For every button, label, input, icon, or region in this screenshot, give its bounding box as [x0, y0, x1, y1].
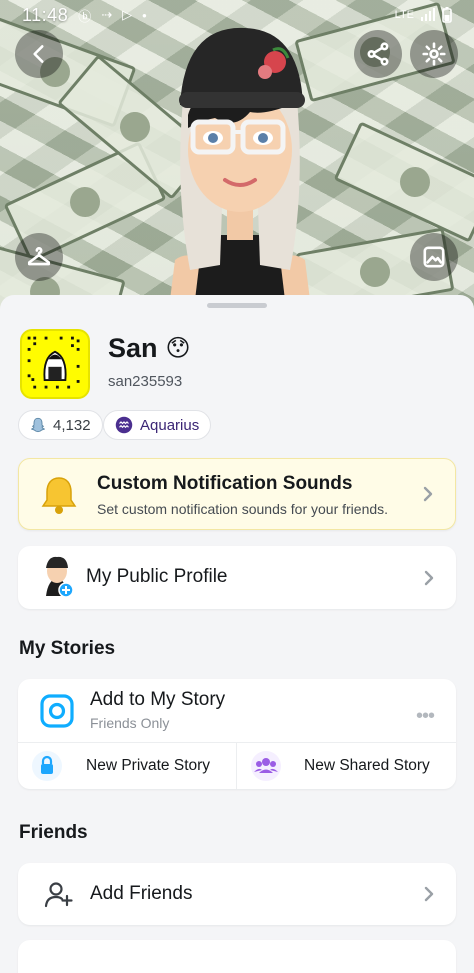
notification-card-title: Custom Notification Sounds [97, 473, 353, 494]
status-right: LTE [395, 7, 452, 23]
my-stories-heading: My Stories [19, 638, 116, 659]
new-shared-story-button[interactable]: New Shared Story [250, 742, 456, 789]
share-button[interactable] [354, 30, 402, 78]
display-name: San 😯 [108, 333, 191, 364]
add-friends-label: Add Friends [90, 883, 193, 904]
background-image-button[interactable] [410, 233, 458, 281]
new-shared-story-label: New Shared Story [304, 756, 430, 774]
my-public-profile-row[interactable]: My Public Profile [18, 546, 456, 609]
my-stories-card: Add to My Story Friends Only ••• New Pri… [18, 679, 456, 789]
zodiac-label: Aquarius [140, 416, 200, 434]
snap-score-value: 4,132 [53, 416, 91, 434]
surprised-emoji-icon: 😯 [165, 335, 191, 362]
back-arrow-icon [33, 45, 44, 63]
add-to-my-story-row[interactable]: Add to My Story Friends Only ••• [18, 679, 456, 742]
username[interactable]: san235593 [108, 373, 182, 390]
snapcode[interactable] [20, 329, 90, 399]
ghost-icon [31, 417, 45, 433]
notification-icon: ▷ [122, 7, 133, 22]
profile-sheet: San 😯 san235593 4,132 Aquarius Custom No… [0, 295, 474, 973]
group-icon [251, 750, 281, 781]
display-name-text: San [108, 333, 158, 363]
more-options-icon[interactable]: ••• [416, 705, 435, 728]
share-icon [367, 42, 389, 66]
chevron-right-icon [420, 569, 438, 587]
custom-notification-sounds-card[interactable]: Custom Notification Sounds Set custom no… [18, 458, 456, 530]
add-to-my-story-title: Add to My Story [90, 689, 226, 710]
back-button[interactable] [15, 30, 63, 78]
friends-next-row[interactable] [18, 940, 456, 973]
notification-icon: ⇢ [101, 7, 113, 22]
new-private-story-button[interactable]: New Private Story [32, 742, 236, 789]
public-profile-label: My Public Profile [86, 566, 228, 587]
status-bar: 11:48 ⓑ ⇢ ▷ • LTE [0, 0, 474, 30]
sheet-grabber[interactable] [207, 303, 267, 308]
dress-up-button[interactable] [15, 233, 63, 281]
settings-gear-icon [422, 42, 446, 66]
notification-icon: • [142, 7, 147, 23]
public-profile-avatar-icon [46, 556, 74, 598]
snap-score-pill[interactable]: 4,132 [18, 410, 103, 440]
network-label: LTE [394, 9, 414, 21]
divider [236, 742, 237, 789]
battery-icon [442, 7, 452, 23]
status-notification-icons: ⓑ ⇢ ▷ • [78, 6, 146, 25]
notification-icon: ⓑ [78, 8, 92, 24]
zodiac-pill[interactable]: Aquarius [103, 410, 212, 440]
friends-heading: Friends [19, 822, 88, 843]
snapcode-pattern [27, 336, 80, 389]
notification-card-subtitle: Set custom notification sounds for your … [97, 501, 389, 517]
add-friend-icon [44, 882, 73, 908]
money-decoration [333, 121, 474, 243]
camera-icon [40, 694, 74, 728]
chevron-right-icon [419, 485, 437, 503]
aquarius-icon [115, 416, 133, 434]
bell-icon [41, 477, 77, 514]
status-time: 11:48 [22, 4, 69, 25]
bitmoji-avatar[interactable] [155, 20, 325, 300]
new-private-story-label: New Private Story [86, 756, 211, 774]
chevron-right-icon [420, 885, 438, 903]
image-icon [423, 246, 445, 268]
add-to-my-story-privacy: Friends Only [90, 715, 170, 731]
settings-button[interactable] [410, 30, 458, 78]
lock-icon [32, 750, 62, 781]
hanger-icon [27, 247, 51, 266]
add-friends-row[interactable]: Add Friends [18, 863, 456, 925]
signal-icon [421, 8, 435, 21]
